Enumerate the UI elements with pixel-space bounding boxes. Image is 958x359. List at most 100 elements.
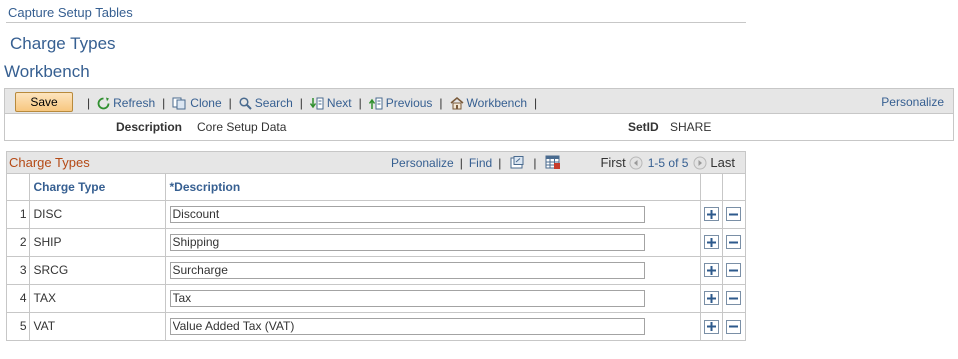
description-cell (165, 200, 701, 229)
breadcrumb[interactable]: Capture Setup Tables (8, 5, 133, 20)
prev-page-icon[interactable] (629, 156, 643, 170)
previous-button[interactable]: Previous (368, 96, 432, 110)
description-cell (165, 312, 701, 340)
setid-label: SetID (628, 120, 659, 134)
table-row: 4 TAX (7, 284, 745, 313)
page-title: Charge Types (10, 34, 116, 53)
table-row: 5 VAT (7, 312, 745, 340)
next-label: Next (326, 96, 352, 110)
delete-cell (722, 312, 745, 340)
delete-row-button[interactable] (726, 235, 742, 250)
workbench-button[interactable]: Workbench (450, 96, 527, 110)
next-page-icon[interactable] (693, 156, 707, 170)
breadcrumb-divider (6, 22, 746, 23)
row-number: 5 (7, 312, 30, 340)
add-cell (700, 200, 723, 229)
delete-cell (722, 228, 745, 257)
last-page-label: Last (710, 155, 735, 170)
delete-row-button[interactable] (726, 291, 742, 306)
description-value: Core Setup Data (197, 120, 287, 134)
add-cell (700, 312, 723, 340)
toolbar-personalize-link[interactable]: Personalize (881, 95, 944, 109)
toolbar-separator: | (162, 96, 166, 110)
workbench-icon (450, 96, 464, 110)
previous-icon (368, 97, 383, 110)
toolbar-separator: | (534, 96, 538, 110)
description-input[interactable] (169, 261, 645, 279)
add-row-icon (706, 209, 716, 219)
clone-label: Clone (190, 96, 222, 110)
grid-header: Charge Types Personalize | Find | | Firs… (7, 152, 745, 174)
add-row-button[interactable] (703, 319, 719, 334)
description-cell (165, 284, 701, 313)
grid-navigation: Personalize | Find | | First 1-5 of 5 La… (391, 155, 735, 170)
delete-row-icon (729, 297, 739, 300)
toolbar-separator: | (87, 96, 91, 110)
delete-row-button[interactable] (726, 319, 742, 334)
delete-row-icon (729, 213, 739, 216)
delete-row-icon (729, 241, 739, 244)
save-button[interactable]: Save (15, 92, 73, 112)
description-input[interactable] (169, 289, 645, 307)
description-cell (165, 256, 701, 285)
description-cell (165, 228, 701, 257)
toolbar-separator: | (358, 96, 362, 110)
grid-nav-separator: | (498, 155, 502, 170)
grid-personalize-link[interactable]: Personalize (391, 156, 454, 170)
charge-type-code: SRCG (29, 256, 166, 285)
view-all-icon[interactable] (510, 156, 524, 169)
clone-button[interactable]: Clone (172, 96, 222, 110)
charge-type-code: VAT (29, 312, 166, 340)
row-number: 2 (7, 228, 30, 257)
refresh-icon (97, 97, 110, 110)
search-button[interactable]: Search (239, 96, 293, 110)
delete-row-button[interactable] (726, 207, 742, 222)
row-number: 4 (7, 284, 30, 313)
description-input[interactable] (169, 205, 645, 223)
charge-type-code: DISC (29, 200, 166, 229)
refresh-label: Refresh (113, 96, 156, 110)
grid-nav-separator: | (459, 155, 463, 170)
description-bar: Description Core Setup Data SetID SHARE (4, 114, 954, 141)
table-row: 1 DISC (7, 200, 745, 229)
table-header-row: Charge Type *Description (7, 174, 745, 201)
download-icon[interactable] (545, 155, 561, 170)
row-number-header (7, 174, 30, 201)
table-row: 3 SRCG (7, 256, 745, 285)
add-row-button[interactable] (703, 263, 719, 278)
next-button[interactable]: Next (309, 96, 352, 110)
description-label: Description (116, 120, 183, 134)
grid-nav-separator: | (533, 155, 537, 170)
add-row-icon (706, 293, 716, 303)
description-input[interactable] (169, 317, 645, 335)
table-row: 2 SHIP (7, 228, 745, 257)
add-row-button[interactable] (703, 235, 719, 250)
delete-cell (722, 256, 745, 285)
row-number: 3 (7, 256, 30, 285)
add-column-header (700, 174, 723, 201)
add-cell (700, 256, 723, 285)
delete-cell (722, 284, 745, 313)
add-row-button[interactable] (703, 207, 719, 222)
refresh-button[interactable]: Refresh (97, 96, 155, 110)
charge-types-grid: Charge Types Personalize | Find | | Firs… (6, 151, 746, 341)
first-page-label: First (600, 155, 626, 170)
toolbar-separator: | (439, 96, 443, 110)
delete-row-button[interactable] (726, 263, 742, 278)
row-number: 1 (7, 200, 30, 229)
toolbar-actions: | Refresh | Clone | Search | Next | Prev… (85, 95, 544, 111)
toolbar: Save | Refresh | Clone | Search | Next |… (4, 88, 954, 114)
add-row-button[interactable] (703, 291, 719, 306)
delete-cell (722, 200, 745, 229)
column-header-description[interactable]: *Description (165, 174, 701, 201)
grid-find-link[interactable]: Find (469, 156, 492, 170)
search-icon (239, 96, 252, 110)
column-header-charge-type[interactable]: Charge Type (29, 174, 166, 201)
add-cell (700, 284, 723, 313)
description-input[interactable] (169, 233, 645, 251)
charge-types-table: Charge Type *Description 1 DISC 2 SHIP (7, 174, 745, 340)
next-icon (309, 97, 324, 110)
toolbar-separator: | (228, 96, 232, 110)
grid-title: Charge Types (9, 155, 90, 170)
toolbar-separator: | (299, 96, 303, 110)
